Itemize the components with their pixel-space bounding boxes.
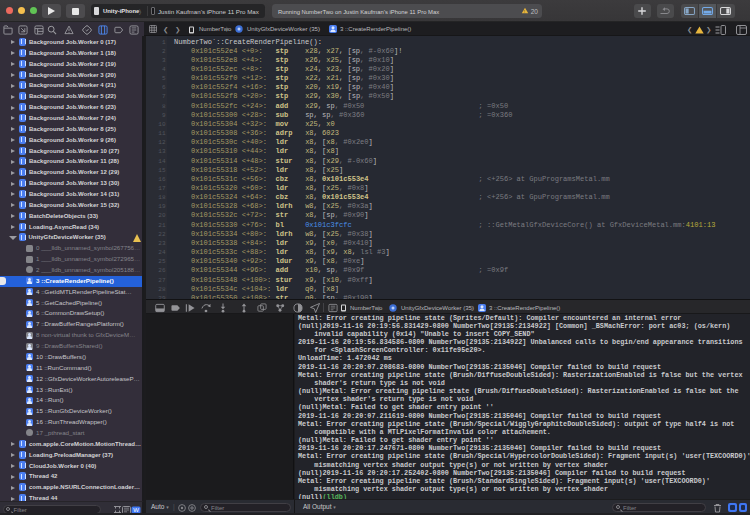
svg-text:W: W <box>133 507 139 513</box>
